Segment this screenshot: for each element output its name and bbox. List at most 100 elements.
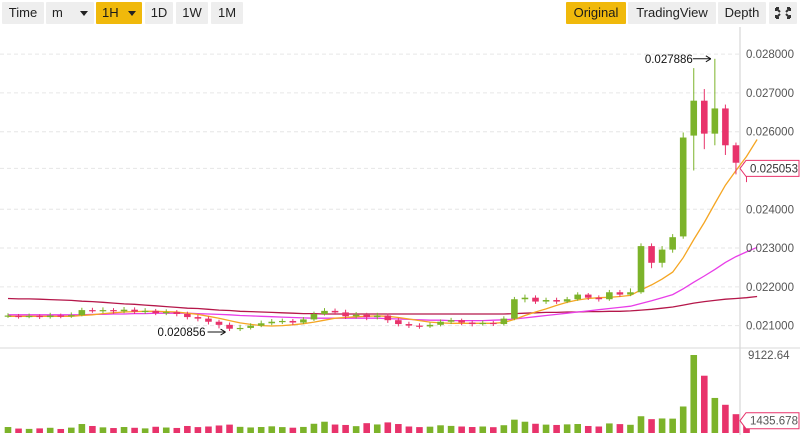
price-tick-label: 0.028000 (746, 49, 794, 61)
volume-bar (447, 425, 455, 433)
volume-bar (373, 424, 381, 433)
volume-bar (637, 416, 645, 433)
candle (236, 324, 244, 332)
volume-bar (120, 427, 128, 433)
volume-bar (15, 428, 22, 433)
candle (479, 320, 487, 326)
candle-body (490, 322, 497, 325)
candle-body (679, 137, 687, 237)
candle-body (384, 315, 392, 321)
candle-body (173, 312, 181, 314)
candle-body (68, 315, 75, 317)
price-tick-label: 0.023000 (746, 243, 794, 255)
volume-bar (247, 427, 254, 433)
volume-bar (458, 426, 465, 433)
volume-bar (627, 424, 634, 433)
candle-body (553, 300, 560, 302)
minute-interval-label: m (52, 5, 63, 20)
candle-body (120, 309, 128, 312)
volume-bar (521, 421, 529, 433)
price-tick-label: 0.027000 (746, 88, 794, 100)
candle-body (162, 312, 170, 314)
volume-bar (584, 425, 592, 433)
volume-bar (289, 427, 297, 433)
candle-body (342, 312, 349, 317)
candle (679, 132, 687, 239)
volume-bar (437, 425, 444, 433)
interval-1w-button[interactable]: 1W (176, 2, 208, 24)
candle-body (310, 313, 318, 320)
candlestick-chart[interactable]: 0.028000 0.027000 0.026000 0.024000 0.023000… (0, 27, 800, 435)
original-view-button[interactable]: Original (566, 2, 626, 24)
high-price-annotation: 0.027886 (645, 54, 693, 66)
candle (732, 142, 740, 175)
volume-bar (606, 423, 613, 433)
candle (68, 312, 75, 318)
volume-bars (4, 355, 750, 433)
tradingview-view-button[interactable]: TradingView (628, 2, 716, 24)
candle-body (669, 237, 676, 250)
candle-body (479, 322, 487, 325)
volume-bar (342, 424, 349, 433)
volume-bar (711, 397, 719, 433)
fullscreen-icon (775, 7, 791, 19)
candle (511, 296, 518, 321)
volume-last-label: 1435.678 (750, 416, 798, 428)
volume-bar (563, 424, 571, 433)
candle (658, 246, 666, 268)
candle (416, 323, 423, 329)
volume-bar (78, 424, 86, 433)
volume-bar (532, 423, 539, 433)
candle (627, 288, 634, 297)
candle (226, 322, 233, 332)
candle-body (405, 324, 413, 326)
candle-body (447, 320, 455, 322)
candle-body (627, 292, 634, 295)
hour-interval-dropdown[interactable]: 1H (96, 2, 142, 24)
price-axis: 0.028000 0.027000 0.026000 0.024000 0.023000… (739, 49, 800, 430)
volume-bar (257, 427, 265, 433)
candle-body (363, 314, 370, 318)
volume-bar (722, 404, 729, 433)
candle (205, 316, 212, 325)
volume-max-label: 9122.64 (748, 350, 790, 362)
candle-body (616, 292, 624, 295)
depth-view-button[interactable]: Depth (718, 2, 766, 24)
candle-body (331, 310, 339, 313)
candle (426, 322, 434, 328)
candle-body (25, 315, 33, 318)
interval-1d-button[interactable]: 1D (145, 2, 173, 24)
volume-bar (131, 427, 138, 433)
candle-body (426, 324, 434, 327)
candle (532, 295, 539, 304)
time-button[interactable]: Time (2, 2, 44, 24)
fullscreen-button[interactable] (769, 2, 797, 24)
candle (500, 316, 508, 326)
volume-bar (511, 419, 518, 433)
ma-fast-line (8, 139, 758, 327)
candle-body (15, 315, 22, 318)
volume-bar (542, 424, 550, 433)
volume-bar (395, 424, 402, 433)
interval-1m-button[interactable]: 1M (211, 2, 243, 24)
volume-bar (205, 426, 212, 433)
candle-body (46, 315, 54, 318)
candle-body (300, 319, 307, 323)
volume-bar (25, 428, 33, 433)
chevron-down-icon (128, 11, 136, 16)
candle-body (4, 315, 12, 317)
candle-body (247, 325, 254, 328)
candle-body (99, 310, 107, 312)
volume-bar (500, 425, 508, 433)
chart-toolbar: Time m 1H 1D 1W 1M Original TradingView … (0, 0, 800, 27)
candle (606, 289, 613, 301)
minute-interval-dropdown[interactable]: m (46, 2, 94, 24)
volume-bar (701, 375, 708, 433)
candle-body (458, 320, 465, 323)
candle-body (722, 108, 729, 146)
candle (46, 312, 54, 319)
volume-bar (46, 427, 54, 433)
candle-body (542, 300, 550, 302)
candle (669, 234, 676, 253)
volume-bar (468, 427, 476, 433)
